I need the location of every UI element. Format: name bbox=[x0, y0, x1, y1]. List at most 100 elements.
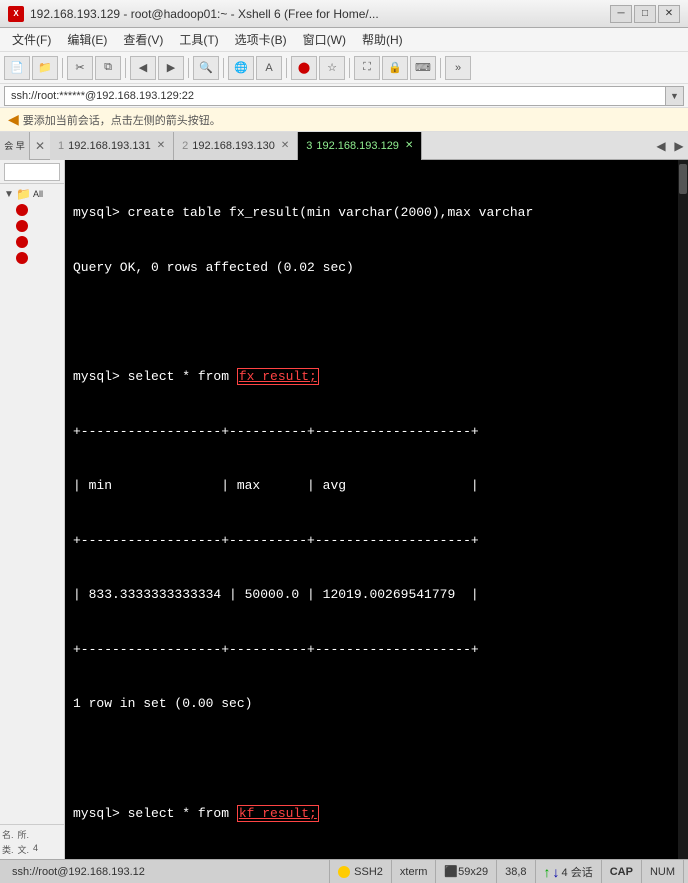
terminal-line-4: mysql> select * from fx_result; bbox=[73, 368, 680, 386]
terminal-line-2: Query OK, 0 rows affected (0.02 sec) bbox=[73, 259, 680, 277]
window-title: 192.168.193.129 - root@hadoop01:~ - Xshe… bbox=[30, 7, 610, 21]
address-value: ssh://root:******@192.168.193.129:22 bbox=[11, 90, 194, 102]
toolbar-separator-3 bbox=[188, 58, 189, 78]
sidebar-tab-file[interactable]: 文. bbox=[18, 843, 30, 856]
toolbar-separator-7 bbox=[440, 58, 441, 78]
status-terminal-type-text: xterm bbox=[400, 866, 428, 878]
status-dimensions-text: 59x29 bbox=[458, 866, 488, 878]
toolbar-separator-5 bbox=[286, 58, 287, 78]
tab-3-label: 192.168.193.129 bbox=[316, 140, 399, 152]
maximize-button[interactable]: □ bbox=[634, 5, 656, 23]
menu-tools[interactable]: 工具(T) bbox=[171, 29, 226, 50]
status-ssh-label: SSH2 bbox=[354, 866, 383, 878]
tab-3-num: 3 bbox=[306, 140, 312, 152]
tab-2[interactable]: 2 192.168.193.130 ✕ bbox=[174, 132, 298, 160]
toolbar-globe[interactable]: 🌐 bbox=[228, 56, 254, 80]
session-icon-3 bbox=[16, 236, 28, 248]
session-icon-4 bbox=[16, 252, 28, 264]
toolbar-font[interactable]: A bbox=[256, 56, 282, 80]
toolbar-separator-2 bbox=[125, 58, 126, 78]
status-num-label: NUM bbox=[650, 866, 675, 878]
terminal-scrollbar[interactable] bbox=[678, 160, 688, 859]
tab-close-sidebar[interactable]: ✕ bbox=[30, 132, 50, 160]
status-sessions: ↑ ↓ 4 会话 bbox=[536, 860, 602, 883]
tab-1[interactable]: 1 192.168.193.131 ✕ bbox=[50, 132, 174, 160]
tab-bar: 会 早 ✕ 1 192.168.193.131 ✕ 2 192.168.193.… bbox=[0, 132, 688, 160]
tree-session-4[interactable] bbox=[2, 250, 62, 266]
tree-session-1[interactable] bbox=[2, 202, 62, 218]
status-path-text: ssh://root@192.168.193.12 bbox=[12, 866, 145, 878]
sidebar-tab-name[interactable]: 名. bbox=[2, 828, 14, 841]
tab-2-label: 192.168.193.130 bbox=[192, 140, 275, 152]
sidebar-search bbox=[0, 160, 64, 184]
minimize-button[interactable]: ─ bbox=[610, 5, 632, 23]
fx-result-highlight: fx_result; bbox=[237, 368, 319, 385]
status-dimensions-icon: ⬛ bbox=[444, 865, 458, 878]
terminal-line-6: | min | max | avg | bbox=[73, 477, 680, 495]
menu-file[interactable]: 文件(F) bbox=[4, 29, 59, 50]
tree-folder-icon: 📁 bbox=[16, 187, 31, 201]
tab-nav: ◀ ▶ bbox=[652, 134, 688, 158]
tree-item-root[interactable]: ▼ 📁 All bbox=[2, 186, 62, 202]
toolbar-open[interactable]: 📁 bbox=[32, 56, 58, 80]
sidebar-bottom: 名. 所. 类. 文. 4 bbox=[0, 824, 64, 859]
tab-prev-button[interactable]: ◀ bbox=[652, 134, 670, 158]
terminal-line-8: | 833.3333333333334 | 50000.0 | 12019.00… bbox=[73, 586, 680, 604]
terminal-content: mysql> create table fx_result(min varcha… bbox=[73, 168, 680, 859]
toolbar-copy[interactable]: ⧉ bbox=[95, 56, 121, 80]
tab-3[interactable]: 3 192.168.193.129 ✕ bbox=[298, 132, 422, 160]
close-button[interactable]: ✕ bbox=[658, 5, 680, 23]
status-ssh-icon bbox=[338, 866, 350, 878]
toolbar-forward[interactable]: ▶ bbox=[158, 56, 184, 80]
toolbar-fullscreen[interactable]: ⛶ bbox=[354, 56, 380, 80]
scrollbar-thumb bbox=[679, 164, 687, 194]
tab-1-close[interactable]: ✕ bbox=[157, 140, 165, 151]
toolbar-cut[interactable]: ✂ bbox=[67, 56, 93, 80]
tab-next-button[interactable]: ▶ bbox=[670, 134, 688, 158]
terminal-line-5: +------------------+----------+---------… bbox=[73, 423, 680, 441]
terminal[interactable]: mysql> create table fx_result(min varcha… bbox=[65, 160, 688, 859]
toolbar-bookmark[interactable]: ☆ bbox=[319, 56, 345, 80]
sidebar-tab-location[interactable]: 所. bbox=[18, 828, 30, 841]
toolbar-separator-4 bbox=[223, 58, 224, 78]
tree-expand-icon: ▼ bbox=[4, 189, 16, 200]
sidebar-count: 4 bbox=[33, 843, 38, 856]
toolbar-keyboard[interactable]: ⌨ bbox=[410, 56, 436, 80]
sidebar: ▼ 📁 All 名. 所. 类. 文. bbox=[0, 160, 65, 859]
status-up-arrow-icon: ↑ bbox=[544, 864, 551, 880]
toolbar-search[interactable]: 🔍 bbox=[193, 56, 219, 80]
tab-3-close[interactable]: ✕ bbox=[405, 140, 413, 151]
tree-root-label: All bbox=[33, 189, 43, 199]
tree-session-3[interactable] bbox=[2, 234, 62, 250]
status-dimensions: ⬛ 59x29 bbox=[436, 860, 497, 883]
window-controls: ─ □ ✕ bbox=[610, 5, 680, 23]
status-ssh: SSH2 bbox=[330, 860, 392, 883]
menu-window[interactable]: 窗口(W) bbox=[295, 29, 354, 50]
address-dropdown[interactable]: ▼ bbox=[666, 86, 684, 106]
toolbar-back[interactable]: ◀ bbox=[130, 56, 156, 80]
tab-2-close[interactable]: ✕ bbox=[281, 140, 289, 151]
menu-tabs[interactable]: 选项卡(B) bbox=[227, 29, 295, 50]
tab-1-label: 192.168.193.131 bbox=[68, 140, 151, 152]
address-field[interactable]: ssh://root:******@192.168.193.129:22 bbox=[4, 86, 666, 106]
menu-bar: 文件(F) 编辑(E) 查看(V) 工具(T) 选项卡(B) 窗口(W) 帮助(… bbox=[0, 28, 688, 52]
tree-session-2[interactable] bbox=[2, 218, 62, 234]
sidebar-search-input[interactable] bbox=[4, 163, 60, 181]
toolbar-lock[interactable]: 🔒 bbox=[382, 56, 408, 80]
menu-edit[interactable]: 编辑(E) bbox=[59, 29, 115, 50]
toolbar-more[interactable]: » bbox=[445, 56, 471, 80]
status-position-text: 38,8 bbox=[505, 866, 526, 878]
menu-help[interactable]: 帮助(H) bbox=[354, 29, 411, 50]
terminal-line-3 bbox=[73, 314, 680, 332]
menu-view[interactable]: 查看(V) bbox=[115, 29, 171, 50]
toolbar-new-session[interactable]: 📄 bbox=[4, 56, 30, 80]
terminal-line-12: mysql> select * from kf_result; bbox=[73, 805, 680, 823]
tab-1-num: 1 bbox=[58, 140, 64, 152]
status-path: ssh://root@192.168.193.12 bbox=[4, 860, 330, 883]
sidebar-tab-type[interactable]: 类. bbox=[2, 843, 14, 856]
status-cap: CAP bbox=[602, 860, 642, 883]
toolbar-stop[interactable]: ⬤ bbox=[291, 56, 317, 80]
sidebar-toggle-button[interactable]: 会 早 bbox=[0, 132, 30, 160]
session-icon-1 bbox=[16, 204, 28, 216]
status-cap-label: CAP bbox=[610, 866, 633, 878]
